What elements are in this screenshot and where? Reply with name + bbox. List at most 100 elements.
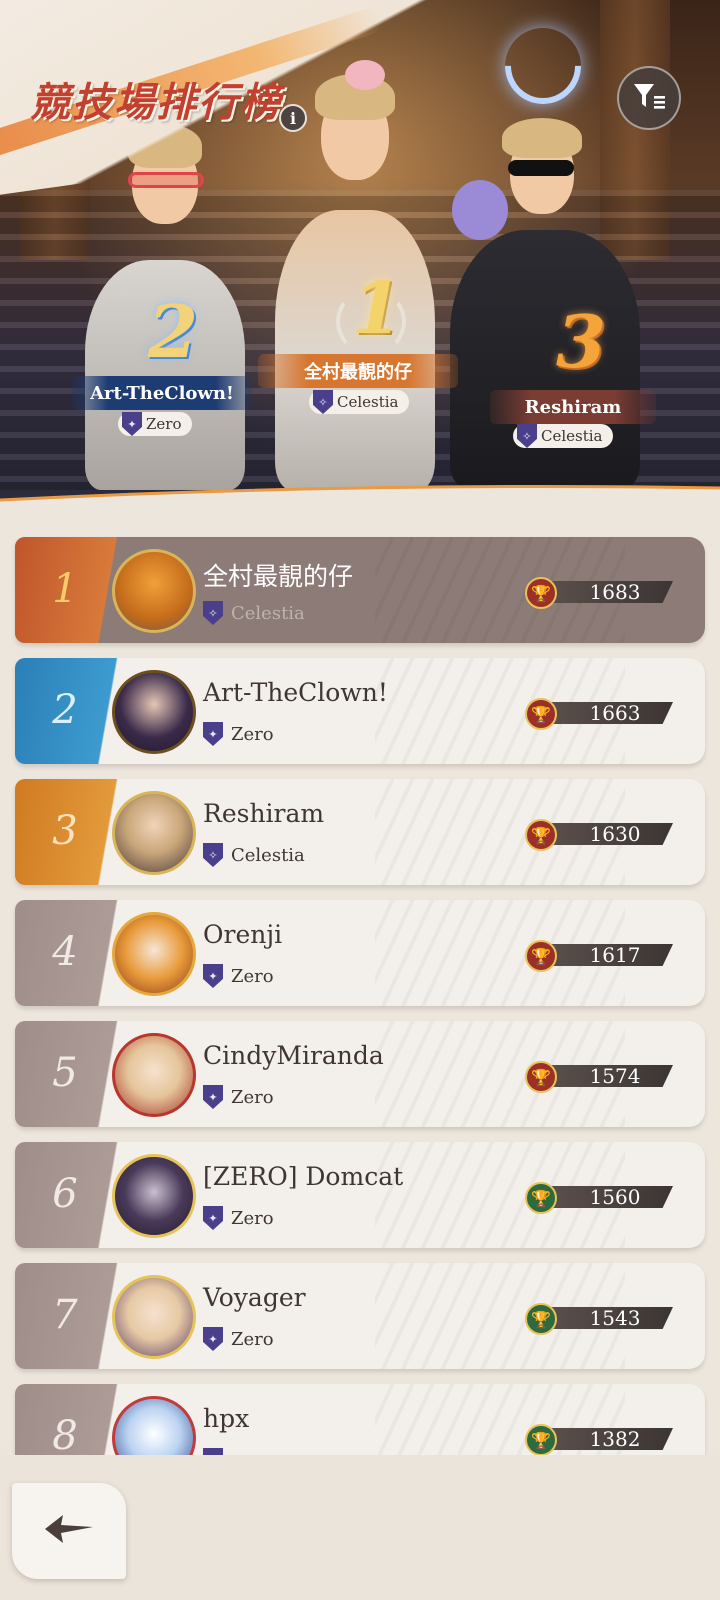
score-display: 1617 🏆: [525, 940, 685, 972]
player-name: Voyager: [203, 1283, 306, 1312]
leaderboard-row[interactable]: 4 Orenji ✦ Zero 1617 🏆: [15, 900, 705, 1006]
leaderboard-row[interactable]: 5 CindyMiranda ✦ Zero 1574 🏆: [15, 1021, 705, 1127]
guild-name: Zero: [231, 1328, 274, 1350]
guild-name: Celestia: [231, 602, 305, 624]
podium-rank-number: 2: [148, 289, 199, 374]
back-arrow-icon: [41, 1509, 97, 1553]
score-value: 1382: [589, 1427, 641, 1451]
podium-guild-badge: ✧ Celestia: [309, 390, 409, 414]
guild-crest-icon: ✦: [122, 412, 142, 436]
leaderboard-row[interactable]: 7 Voyager ✦ Zero 1543 🏆: [15, 1263, 705, 1369]
podium-hero: 競技場排行榜 i 2 Art-TheClown! ✦ Zero 1 全村最靚的仔…: [0, 0, 720, 510]
podium-player-name[interactable]: Art-TheClown!: [72, 376, 252, 410]
guild-crest-icon: ✧: [203, 843, 223, 867]
trophy-icon: 🏆: [525, 577, 557, 609]
player-name: hpx: [203, 1404, 250, 1433]
filter-button[interactable]: [617, 66, 681, 130]
player-avatar[interactable]: [112, 1154, 196, 1238]
leaderboard-list[interactable]: 1 全村最靚的仔 ✧ Celestia 1683 🏆 2 Art-TheClow…: [0, 510, 720, 1455]
score-value: 1543: [589, 1306, 641, 1330]
score-value: 1683: [589, 580, 641, 604]
leaderboard-row[interactable]: 8 hpx ✦ 1382 🏆: [15, 1384, 705, 1455]
guild-badge: ✦ Zero: [203, 1206, 274, 1230]
player-avatar[interactable]: [112, 670, 196, 754]
score-value: 1630: [589, 822, 641, 846]
rank-number: 6: [52, 1171, 78, 1217]
player-name: CindyMiranda: [203, 1041, 384, 1070]
rank-number: 4: [52, 929, 78, 975]
rank-number: 8: [52, 1413, 78, 1455]
trophy-icon: 🏆: [525, 1061, 557, 1093]
score-display: 1560 🏆: [525, 1182, 685, 1214]
player-name: Art-TheClown!: [203, 678, 388, 707]
rank-number: 7: [52, 1292, 78, 1338]
player-avatar[interactable]: [112, 791, 196, 875]
trophy-icon: 🏆: [525, 1303, 557, 1335]
score-display: 1683 🏆: [525, 577, 685, 609]
guild-crest-icon: ✦: [203, 964, 223, 988]
guild-badge: ✦ Zero: [203, 1085, 274, 1109]
guild-crest-icon: ✦: [203, 1206, 223, 1230]
rank-number: 5: [52, 1050, 78, 1096]
score-value: 1560: [589, 1185, 641, 1209]
leaderboard-row[interactable]: 3 Reshiram ✧ Celestia 1630 🏆: [15, 779, 705, 885]
score-display: 1663 🏆: [525, 698, 685, 730]
back-button[interactable]: [12, 1483, 126, 1579]
guild-badge: ✦ Zero: [203, 964, 274, 988]
hero-bottom-divider: [0, 478, 720, 510]
score-value: 1663: [589, 701, 641, 725]
player-avatar[interactable]: [112, 549, 196, 633]
info-button[interactable]: i: [279, 104, 307, 132]
guild-crest-icon: ✦: [203, 1448, 223, 1455]
guild-crest-icon: ✦: [203, 1085, 223, 1109]
guild-crest-icon: ✧: [517, 424, 537, 448]
trophy-icon: 🏆: [525, 819, 557, 851]
podium-guild-name: Celestia: [541, 427, 603, 445]
guild-badge: ✦: [203, 1448, 231, 1455]
podium-player-name[interactable]: Reshiram: [490, 390, 656, 424]
guild-badge: ✧ Celestia: [203, 601, 305, 625]
podium-guild-name: Zero: [146, 415, 182, 433]
score-display: 1382 🏆: [525, 1424, 685, 1455]
podium-rank-number: 3: [556, 299, 607, 384]
leaderboard-row[interactable]: 6 [ZERO] Domcat ✦ Zero 1560 🏆: [15, 1142, 705, 1248]
guild-name: Zero: [231, 723, 274, 745]
laurel-icon: [326, 298, 416, 352]
player-name: [ZERO] Domcat: [203, 1162, 404, 1191]
player-name: 全村最靚的仔: [203, 562, 354, 591]
page-title: 競技場排行榜: [30, 79, 282, 126]
guild-name: Zero: [231, 1207, 274, 1229]
rank-number: 1: [52, 566, 78, 612]
guild-crest-icon: ✧: [203, 601, 223, 625]
score-value: 1617: [589, 943, 641, 967]
trophy-icon: 🏆: [525, 698, 557, 730]
rank-number: 2: [52, 687, 78, 733]
score-value: 1574: [589, 1064, 641, 1088]
leaderboard-row[interactable]: 1 全村最靚的仔 ✧ Celestia 1683 🏆: [15, 537, 705, 643]
score-display: 1574 🏆: [525, 1061, 685, 1093]
podium-guild-badge: ✦ Zero: [118, 412, 192, 436]
podium-player-name[interactable]: 全村最靚的仔: [258, 354, 458, 388]
guild-badge: ✦ Zero: [203, 722, 274, 746]
bottom-bar: [0, 1455, 720, 1600]
podium-guild-badge: ✧ Celestia: [513, 424, 613, 448]
guild-name: Zero: [231, 965, 274, 987]
podium-guild-name: Celestia: [337, 393, 399, 411]
score-display: 1543 🏆: [525, 1303, 685, 1335]
leaderboard-row[interactable]: 2 Art-TheClown! ✦ Zero 1663 🏆: [15, 658, 705, 764]
trophy-icon: 🏆: [525, 940, 557, 972]
player-avatar[interactable]: [112, 1033, 196, 1117]
player-name: Reshiram: [203, 799, 325, 828]
guild-crest-icon: ✦: [203, 722, 223, 746]
guild-crest-icon: ✧: [313, 390, 333, 414]
trophy-icon: 🏆: [525, 1424, 557, 1455]
filter-list-icon: [632, 81, 666, 115]
player-name: Orenji: [203, 920, 283, 949]
trophy-icon: 🏆: [525, 1182, 557, 1214]
rank-number: 3: [52, 808, 78, 854]
score-display: 1630 🏆: [525, 819, 685, 851]
guild-name: Celestia: [231, 844, 305, 866]
player-avatar[interactable]: [112, 912, 196, 996]
player-avatar[interactable]: [112, 1275, 196, 1359]
guild-name: Zero: [231, 1086, 274, 1108]
